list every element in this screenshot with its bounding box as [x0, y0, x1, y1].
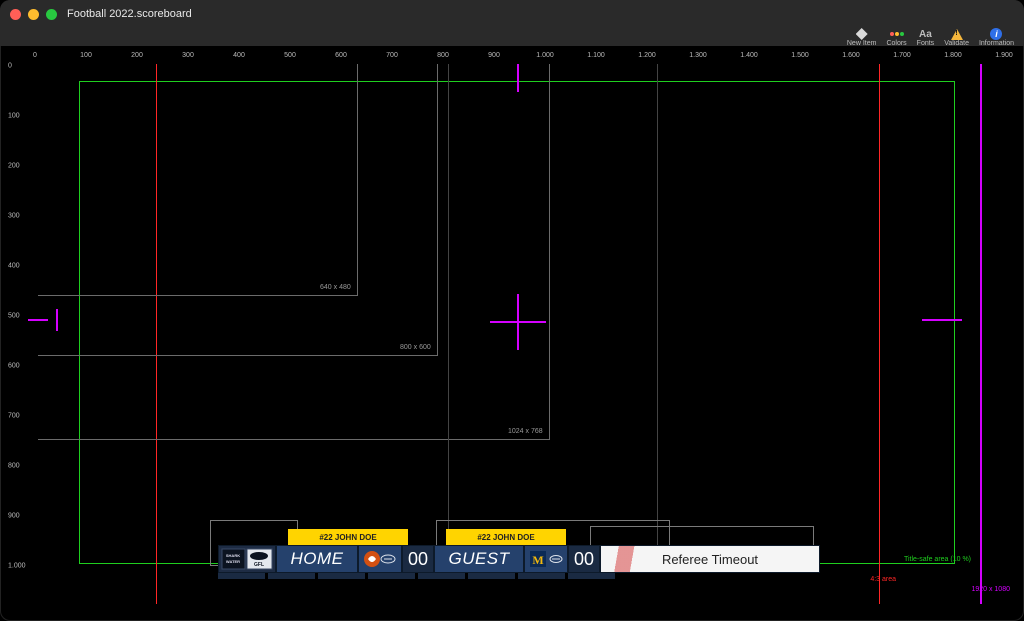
ruler-tick: 400 — [233, 52, 245, 59]
ruler-tick: 600 — [335, 52, 347, 59]
new-item-button[interactable]: New Item — [847, 28, 877, 47]
banner[interactable]: Referee Timeout — [600, 545, 820, 573]
home-score[interactable]: 00 — [402, 545, 434, 573]
guest-team-name[interactable]: GUEST — [434, 545, 524, 573]
ruler-tick: 1.000 — [536, 52, 554, 59]
scoreboard-bar: SHARK WATER GFL HOME — [218, 545, 820, 573]
home-logo-icon — [362, 549, 398, 569]
information-label: Information — [979, 40, 1014, 47]
ruler-tick: 700 — [386, 52, 398, 59]
ruler-tick: 200 — [131, 52, 143, 59]
ruler-tick: 200 — [8, 163, 20, 170]
svg-text:GFL: GFL — [254, 562, 264, 568]
fonts-button[interactable]: Aa Fonts — [917, 28, 935, 47]
close-button[interactable] — [10, 9, 21, 20]
guest-score-text: 00 — [574, 549, 594, 570]
center-right-tick — [922, 319, 962, 321]
minimize-button[interactable] — [28, 9, 39, 20]
guest-score[interactable]: 00 — [568, 545, 600, 573]
sponsor-panel[interactable]: SHARK WATER GFL — [218, 545, 276, 573]
43-right-guide — [879, 64, 880, 604]
svg-text:WATER: WATER — [226, 559, 240, 564]
home-score-text: 00 — [408, 549, 428, 570]
validate-label: Validate — [944, 40, 969, 47]
guest-team-logo[interactable]: M — [524, 545, 568, 573]
app-window: Football 2022.scoreboard New Item Colors… — [0, 0, 1024, 621]
ruler-tick: 900 — [488, 52, 500, 59]
ruler-tick: 600 — [8, 363, 20, 370]
ruler-tick: 1.900 — [995, 52, 1013, 59]
title-safe-label: Title-safe area (10 %) — [904, 556, 971, 563]
canvas[interactable]: Title-safe area (10 %) 4:3 area 1920 x 1… — [28, 64, 1016, 613]
validate-button[interactable]: Validate — [944, 28, 969, 47]
svg-text:M: M — [532, 553, 543, 567]
guest-team-name-text: GUEST — [448, 549, 509, 569]
scoreboard-underbar — [218, 573, 618, 579]
home-team-name-text: HOME — [291, 549, 344, 569]
ruler-tick: 1.100 — [587, 52, 605, 59]
colors-icon — [890, 32, 904, 36]
banner-text: Referee Timeout — [662, 552, 758, 567]
ruler-tick: 700 — [8, 413, 20, 420]
information-button[interactable]: i Information — [979, 28, 1014, 47]
ruler-tick: 800 — [8, 463, 20, 470]
ruler-tick: 1.200 — [638, 52, 656, 59]
colors-button[interactable]: Colors — [886, 28, 906, 47]
colors-label: Colors — [886, 40, 906, 47]
ruler-tick: 900 — [8, 513, 20, 520]
guest-player-tag-text: #22 JOHN DOE — [477, 533, 534, 542]
ruler-top: 0 100 200 300 400 500 600 700 800 900 1.… — [25, 50, 1016, 64]
maximize-button[interactable] — [46, 9, 57, 20]
ruler-tick: 300 — [182, 52, 194, 59]
guest-logo-icon: M — [528, 549, 564, 569]
fonts-icon: Aa — [919, 29, 932, 40]
ruler-tick: 100 — [80, 52, 92, 59]
ruler-tick: 1.700 — [893, 52, 911, 59]
43-area-label: 4:3 area — [870, 576, 896, 583]
info-icon: i — [990, 28, 1002, 40]
ruler-tick: 400 — [8, 263, 20, 270]
warning-icon — [951, 29, 963, 40]
sponsor-logos-icon: SHARK WATER GFL — [221, 548, 273, 570]
ruler-tick: 1.600 — [842, 52, 860, 59]
ruler-tick: 1.000 — [8, 563, 26, 570]
ruler-tick: 0 — [8, 63, 12, 70]
home-player-tag-text: #22 JOHN DOE — [319, 533, 376, 542]
new-item-icon — [856, 28, 868, 40]
ruler-tick: 800 — [437, 52, 449, 59]
ruler-tick: 0 — [33, 52, 37, 59]
1920-right-guide — [980, 64, 982, 604]
ruler-left: 0 100 200 300 400 500 600 700 800 900 1.… — [8, 64, 24, 613]
ruler-tick: 500 — [284, 52, 296, 59]
ruler-tick: 1.400 — [740, 52, 758, 59]
home-team-logo[interactable] — [358, 545, 402, 573]
home-player-tag[interactable]: #22 JOHN DOE — [288, 529, 408, 545]
window-controls — [10, 9, 57, 20]
ruler-tick: 1.300 — [689, 52, 707, 59]
ruler-tick: 300 — [8, 213, 20, 220]
document-title: Football 2022.scoreboard — [67, 8, 192, 20]
new-item-label: New Item — [847, 40, 877, 47]
scoreboard-lower-third[interactable]: #22 JOHN DOE #22 JOHN DOE SHARK WATER GF… — [218, 529, 848, 581]
toolbar: New Item Colors Aa Fonts Validate i Info… — [0, 28, 1024, 46]
titlebar: Football 2022.scoreboard — [0, 0, 1024, 28]
ruler-tick: 1.800 — [944, 52, 962, 59]
ruler-tick: 1.500 — [791, 52, 809, 59]
center-column-guide — [448, 64, 658, 564]
ruler-tick: 100 — [8, 113, 20, 120]
fonts-label: Fonts — [917, 40, 935, 47]
guest-player-tag[interactable]: #22 JOHN DOE — [446, 529, 566, 545]
ruler-tick: 500 — [8, 313, 20, 320]
1920-label: 1920 x 1080 — [971, 586, 1010, 593]
home-team-name[interactable]: HOME — [276, 545, 358, 573]
svg-text:SHARK: SHARK — [226, 553, 240, 558]
